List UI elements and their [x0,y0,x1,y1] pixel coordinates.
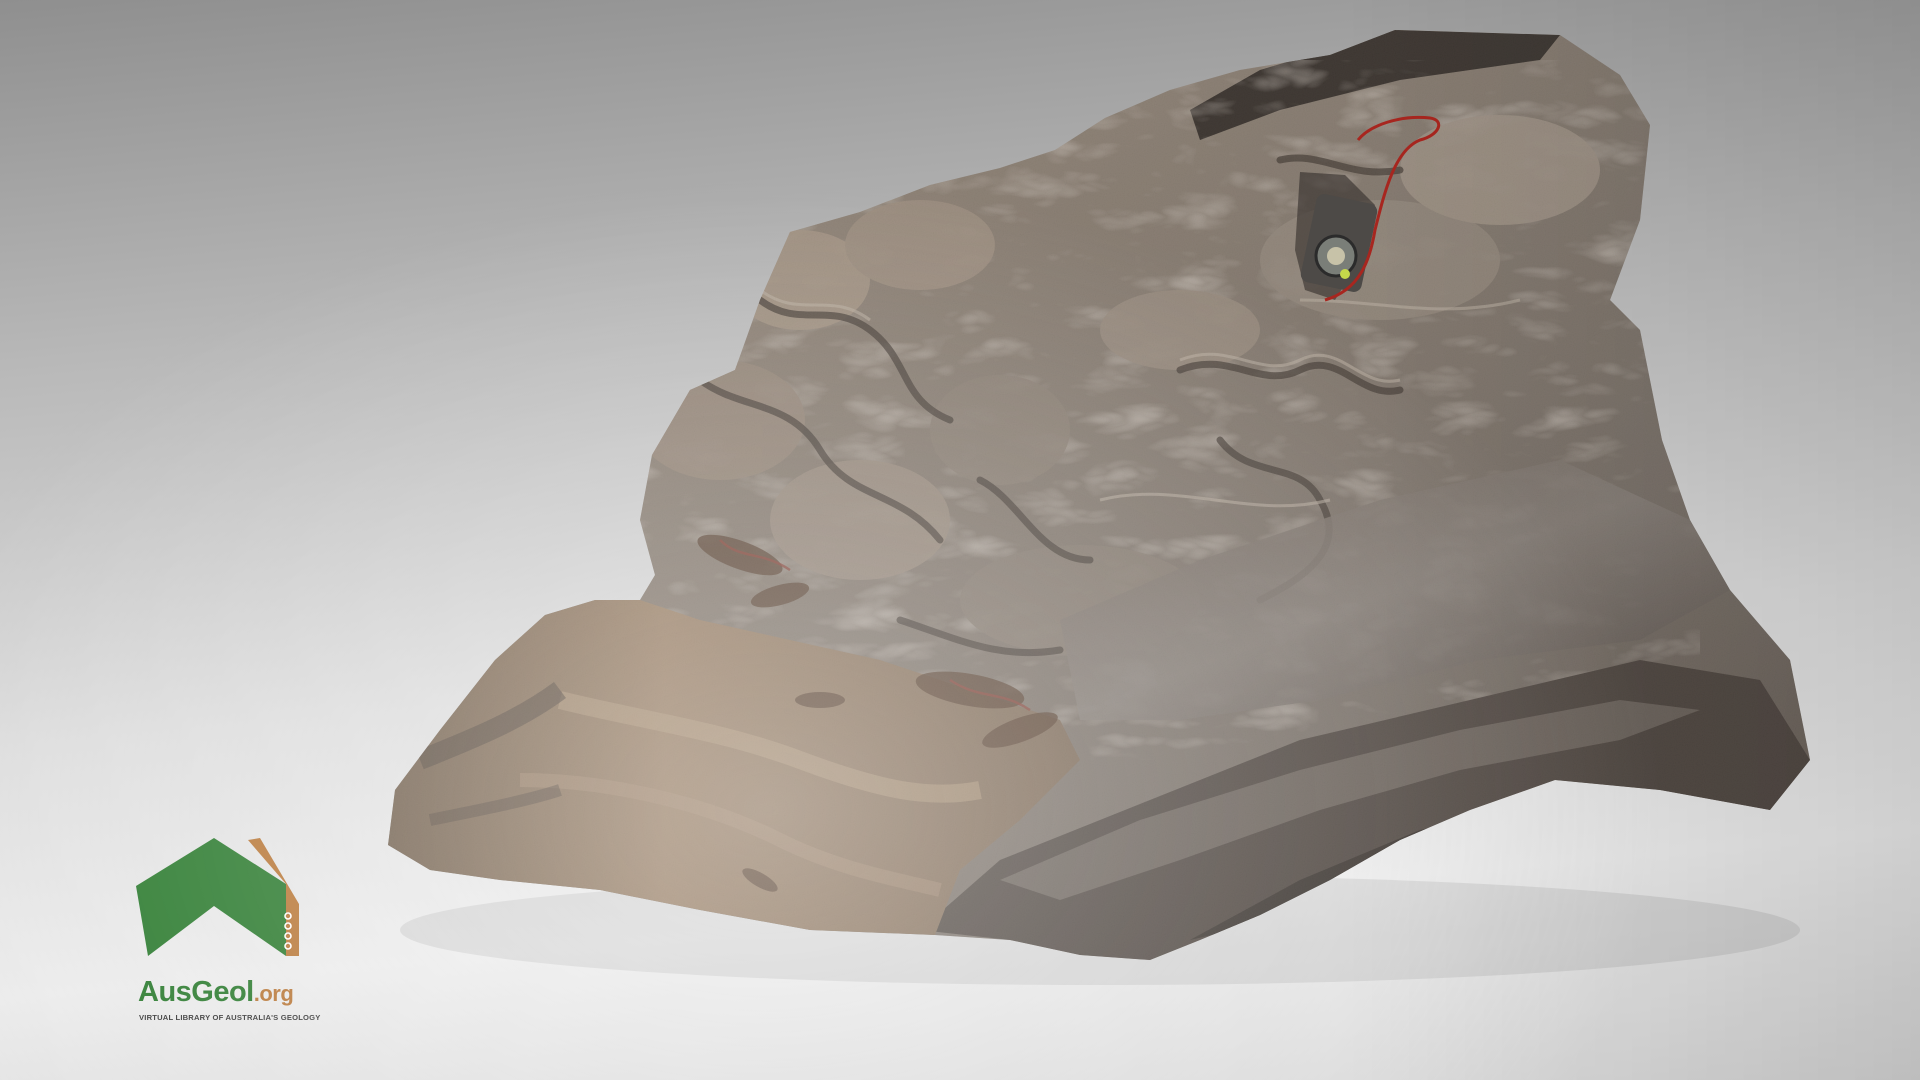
logo-word-suffix: .org [253,981,294,1006]
logo-word-main: AusGeol [138,976,254,1008]
logo-tagline: VIRTUAL LIBRARY OF AUSTRALIA'S GEOLOGY [139,1013,321,1022]
logo-wordmark: AusGeol.org [138,976,294,1009]
ausgeol-logo[interactable]: AusGeol.org VIRTUAL LIBRARY OF AUSTRALIA… [136,838,320,1028]
ausgeol-logo-mark [136,838,299,956]
model-viewer[interactable]: AusGeol.org VIRTUAL LIBRARY OF AUSTRALIA… [0,0,1920,1080]
